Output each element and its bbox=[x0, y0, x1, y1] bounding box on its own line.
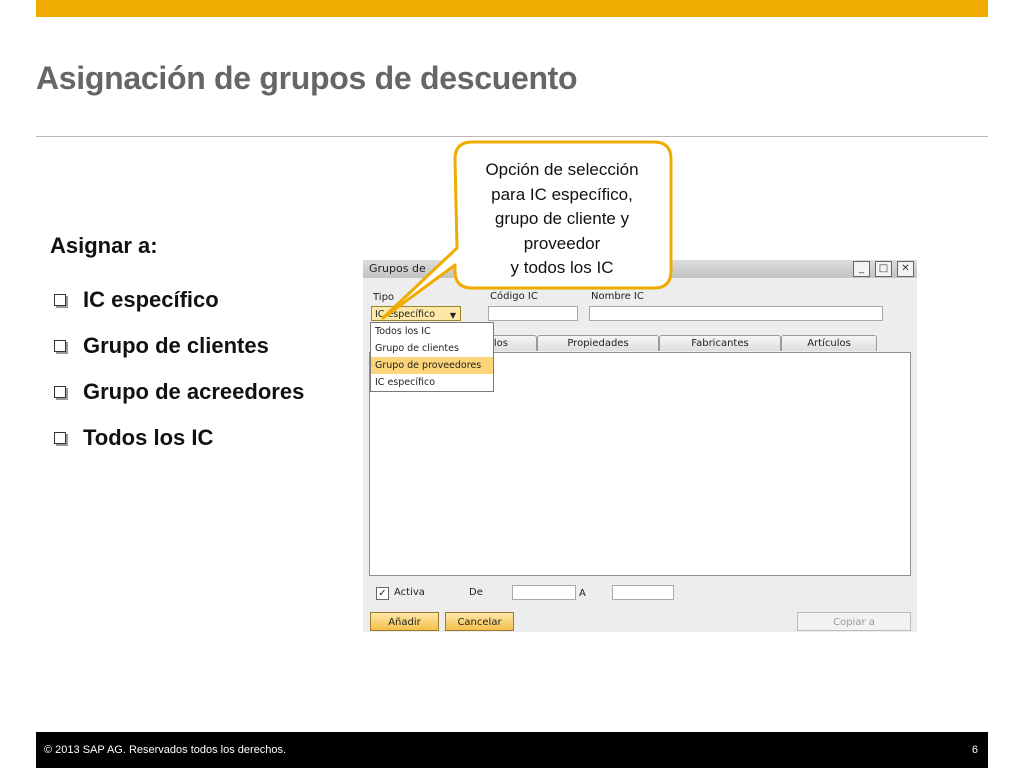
callout-line: proveedor bbox=[523, 233, 601, 253]
callout-line: para IC específico, bbox=[491, 184, 633, 204]
cancel-button[interactable]: Cancelar bbox=[445, 612, 514, 631]
slide-title: Asignación de grupos de descuento bbox=[36, 60, 578, 96]
callout-line: Opción de selección bbox=[485, 160, 639, 179]
list-item: Todos los IC bbox=[50, 415, 304, 461]
copyright-text: © 2013 SAP AG. Reservados todos los dere… bbox=[44, 744, 287, 756]
assign-heading: Asignar a: bbox=[50, 233, 158, 258]
page-number: 6 bbox=[971, 744, 978, 756]
tab-propiedades[interactable]: Propiedades bbox=[537, 335, 659, 351]
checkbox-bullet-icon bbox=[54, 294, 66, 306]
maximize-icon[interactable]: □ bbox=[875, 261, 892, 277]
bullet-text: IC específico bbox=[83, 287, 219, 312]
bullet-text: Todos los IC bbox=[83, 425, 214, 450]
de-date-field[interactable] bbox=[512, 585, 576, 600]
dropdown-option[interactable]: IC específico bbox=[371, 374, 493, 391]
footer-bar: © 2013 SAP AG. Reservados todos los dere… bbox=[36, 732, 988, 768]
checkbox-bullet-icon bbox=[54, 432, 66, 444]
bullet-text: Grupo de acreedores bbox=[83, 379, 305, 404]
checkbox-bullet-icon bbox=[54, 386, 66, 398]
bullet-text: Grupo de clientes bbox=[83, 333, 269, 358]
callout-line: grupo de cliente y bbox=[494, 209, 630, 228]
dropdown-option[interactable]: Grupo de clientes bbox=[371, 340, 493, 357]
close-icon[interactable]: ✕ bbox=[897, 261, 914, 277]
tab-articulos[interactable]: Artículos bbox=[781, 335, 877, 351]
a-label: A bbox=[579, 588, 586, 599]
activa-label: Activa bbox=[394, 587, 425, 598]
add-button[interactable]: Añadir bbox=[370, 612, 439, 631]
list-item: Grupo de acreedores bbox=[50, 369, 304, 415]
list-item: IC específico bbox=[50, 277, 304, 323]
minimize-icon[interactable]: _ bbox=[853, 261, 870, 277]
callout-text: Opción de selección para IC específico, … bbox=[459, 158, 665, 281]
list-item: Grupo de clientes bbox=[50, 323, 304, 369]
tab-fabricantes[interactable]: Fabricantes bbox=[659, 335, 781, 351]
activa-checkbox[interactable]: ✓ bbox=[376, 587, 389, 600]
check-icon: ✓ bbox=[378, 588, 387, 599]
tipo-dropdown-list: Todos los IC Grupo de clientes Grupo de … bbox=[370, 322, 494, 392]
top-accent-bar bbox=[36, 0, 988, 17]
dropdown-option-highlighted[interactable]: Grupo de proveedores bbox=[371, 357, 493, 374]
assign-options-list: IC específico Grupo de clientes Grupo de… bbox=[50, 277, 304, 461]
copy-to-button[interactable]: Copiar a bbox=[797, 612, 911, 631]
checkbox-bullet-icon bbox=[54, 340, 66, 352]
a-date-field[interactable] bbox=[612, 585, 674, 600]
callout-line: y todos los IC bbox=[510, 258, 614, 277]
title-divider bbox=[36, 136, 988, 137]
de-label: De bbox=[469, 587, 483, 598]
